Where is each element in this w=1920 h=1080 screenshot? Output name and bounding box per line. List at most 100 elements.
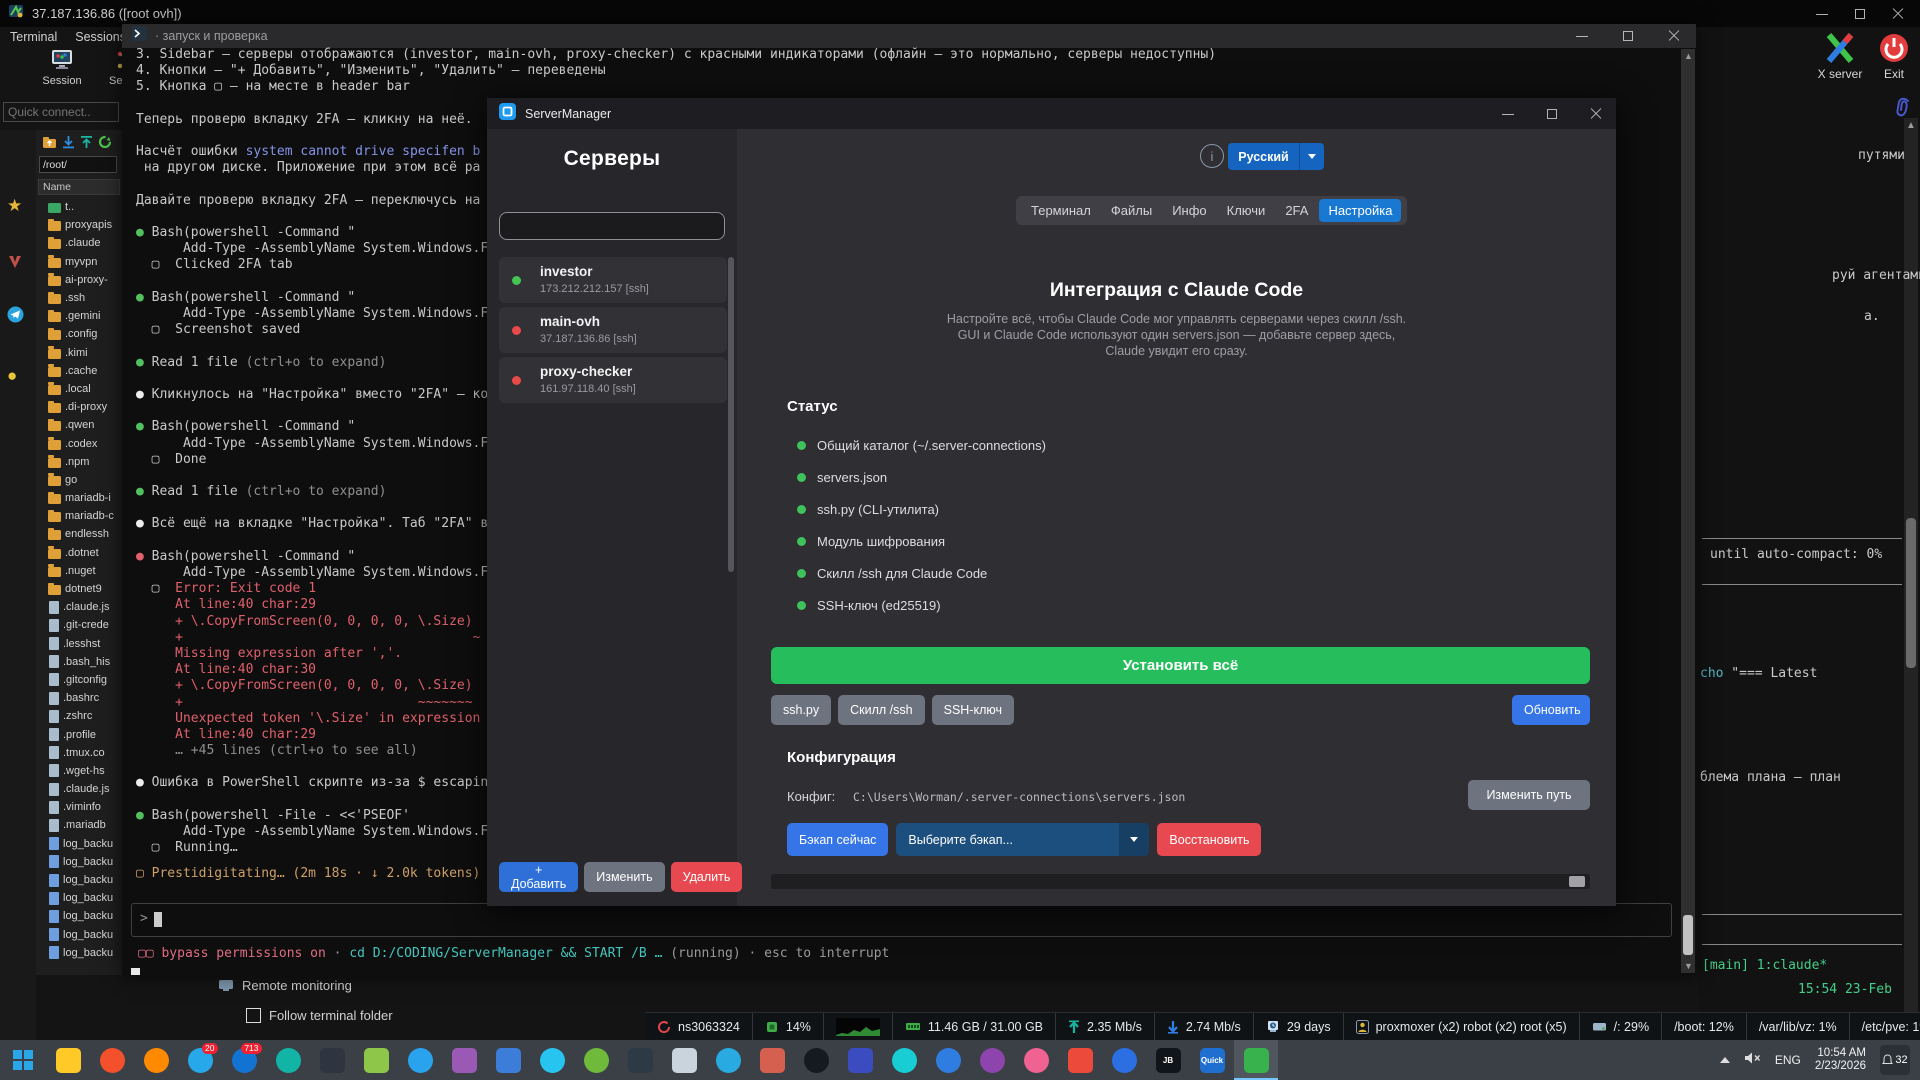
scrollbar-thumb[interactable] [1906,518,1916,668]
x-server-button[interactable]: X server [1812,32,1868,81]
server-search-input[interactable] [499,212,725,240]
taskbar-app-icon[interactable] [618,1040,662,1080]
file-row[interactable]: go [38,471,122,489]
maximize-icon[interactable] [1546,108,1558,120]
taskbar-app-icon[interactable] [662,1040,706,1080]
upload-icon[interactable] [80,135,93,154]
file-row[interactable]: dotnet9 [38,580,122,598]
tab-Терминал[interactable]: Терминал [1022,199,1100,222]
file-row[interactable]: log_backu [38,926,122,944]
menu-sessions[interactable]: Sessions [75,30,126,44]
menu-terminal[interactable]: Terminal [10,30,57,44]
scrollbar-thumb[interactable] [1683,915,1693,955]
taskbar-app-icon[interactable] [310,1040,354,1080]
file-row[interactable]: .gitconfig [38,671,122,689]
file-row[interactable]: log_backu [38,889,122,907]
backup-select[interactable]: Выберите бэкап... [896,823,1149,856]
file-row[interactable]: .cache [38,362,122,380]
install-all-button[interactable]: Установить всё [771,647,1590,684]
backup-now-button[interactable]: Бэкап сейчас [787,823,888,856]
taskbar-app-icon[interactable] [90,1040,134,1080]
file-row[interactable]: .zshrc [38,707,122,725]
file-row[interactable]: .wget-hs [38,762,122,780]
server-list-scrollbar[interactable] [728,257,734,572]
scroll-up-icon[interactable]: ▲ [1684,51,1693,61]
file-row[interactable]: .gemini [38,307,122,325]
file-row[interactable]: t.. [38,198,122,216]
taskbar-app-icon[interactable] [1234,1040,1278,1080]
minimize-icon[interactable] [1816,8,1828,20]
tab-Ключи[interactable]: Ключи [1218,199,1275,222]
taskbar-app-icon[interactable] [794,1040,838,1080]
taskbar-app-icon[interactable] [1058,1040,1102,1080]
taskbar-app-icon[interactable] [486,1040,530,1080]
file-row[interactable]: .bashrc [38,689,122,707]
component-button-SSH[interactable]: SSH-ключ [932,695,1014,725]
close-icon[interactable] [1590,108,1602,120]
info-icon[interactable]: i [1200,144,1224,168]
file-row[interactable]: .dotnet [38,544,122,562]
start-button[interactable] [0,1040,46,1080]
background-scrollbar[interactable]: ▲ [1904,118,1918,1012]
notification-center-button[interactable]: 32 [1880,1045,1910,1075]
taskbar-app-icon[interactable] [926,1040,970,1080]
quick-connect-input[interactable] [3,102,119,122]
tab-Инфо[interactable]: Инфо [1163,199,1215,222]
input-language-indicator[interactable]: ENG [1775,1053,1801,1067]
file-row[interactable]: .claude.js [38,780,122,798]
taskbar-app-icon[interactable] [970,1040,1014,1080]
file-row[interactable]: .kimi [38,344,122,362]
download-icon[interactable] [62,135,75,154]
minimize-icon[interactable] [1502,108,1514,120]
taskbar-app-icon[interactable] [134,1040,178,1080]
file-row[interactable]: .claude [38,234,122,252]
servermanager-titlebar[interactable]: ServerManager [487,98,1616,129]
session-button[interactable]: Session [34,48,90,87]
terminal-titlebar[interactable]: · запуск и проверка [122,24,1696,48]
taskbar-app-icon[interactable] [266,1040,310,1080]
taskbar-app-icon[interactable] [442,1040,486,1080]
file-row[interactable]: .viminfo [38,798,122,816]
file-row[interactable]: proxyapis [38,216,122,234]
server-list-item[interactable]: proxy-checker161.97.118.40 [ssh] [499,357,727,403]
change-path-button[interactable]: Изменить путь [1468,780,1590,810]
taskbar-app-icon[interactable]: 20 [178,1040,222,1080]
taskbar-app-icon[interactable]: 713 [222,1040,266,1080]
file-row[interactable]: myvpn [38,253,122,271]
file-row[interactable]: log_backu [38,835,122,853]
add-server-button[interactable]: + Добавить [499,862,578,892]
exit-button[interactable]: Exit [1874,32,1914,81]
file-row[interactable]: endlessh [38,525,122,543]
minimize-icon[interactable] [1576,30,1588,42]
terminal-scrollbar[interactable]: ▲ ▼ [1681,49,1695,973]
taskbar-app-icon[interactable] [574,1040,618,1080]
taskbar-app-icon[interactable] [354,1040,398,1080]
telegram-icon[interactable] [7,306,24,328]
tray-expand-icon[interactable] [1720,1057,1730,1063]
vnc-icon[interactable] [7,254,23,275]
language-dropdown[interactable]: Русский [1228,143,1324,170]
taskbar-app-icon[interactable] [706,1040,750,1080]
taskbar-app-icon[interactable] [1014,1040,1058,1080]
taskbar-app-icon[interactable] [530,1040,574,1080]
file-row[interactable]: .codex [38,434,122,452]
maximize-icon[interactable] [1622,30,1634,42]
follow-terminal-folder-row[interactable]: Follow terminal folder [246,1008,393,1023]
tab-2FA[interactable]: 2FA [1276,199,1317,222]
taskbar-app-icon[interactable]: Quick [1190,1040,1234,1080]
path-input[interactable] [39,156,117,173]
file-row[interactable]: .bash_his [38,653,122,671]
file-row[interactable]: log_backu [38,907,122,925]
taskbar-app-icon[interactable] [882,1040,926,1080]
refresh-icon[interactable] [98,135,112,154]
file-row[interactable]: ai-proxy- [38,271,122,289]
taskbar-app-icon[interactable] [838,1040,882,1080]
file-row[interactable]: .git-crede [38,616,122,634]
delete-server-button[interactable]: Удалить [671,862,743,892]
taskbar-app-icon[interactable]: JB [1146,1040,1190,1080]
terminal-prompt-box[interactable]: > [131,903,1672,937]
server-list-item[interactable]: investor173.212.212.157 [ssh] [499,257,727,303]
file-row[interactable]: .tmux.co [38,744,122,762]
file-row[interactable]: .profile [38,725,122,743]
remote-monitoring-row[interactable]: Remote monitoring [218,978,352,993]
